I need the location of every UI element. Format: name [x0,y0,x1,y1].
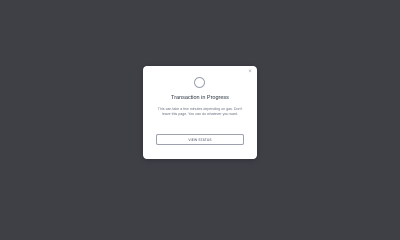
modal-description: This can take a few minutes depending on… [157,107,243,117]
close-icon[interactable]: × [247,69,253,75]
modal-title: Transaction in Progress [171,95,229,101]
loading-spinner-icon [194,77,205,88]
transaction-modal: × Transaction in Progress This can take … [143,66,257,159]
view-status-button[interactable]: VIEW STATUS [156,134,244,145]
